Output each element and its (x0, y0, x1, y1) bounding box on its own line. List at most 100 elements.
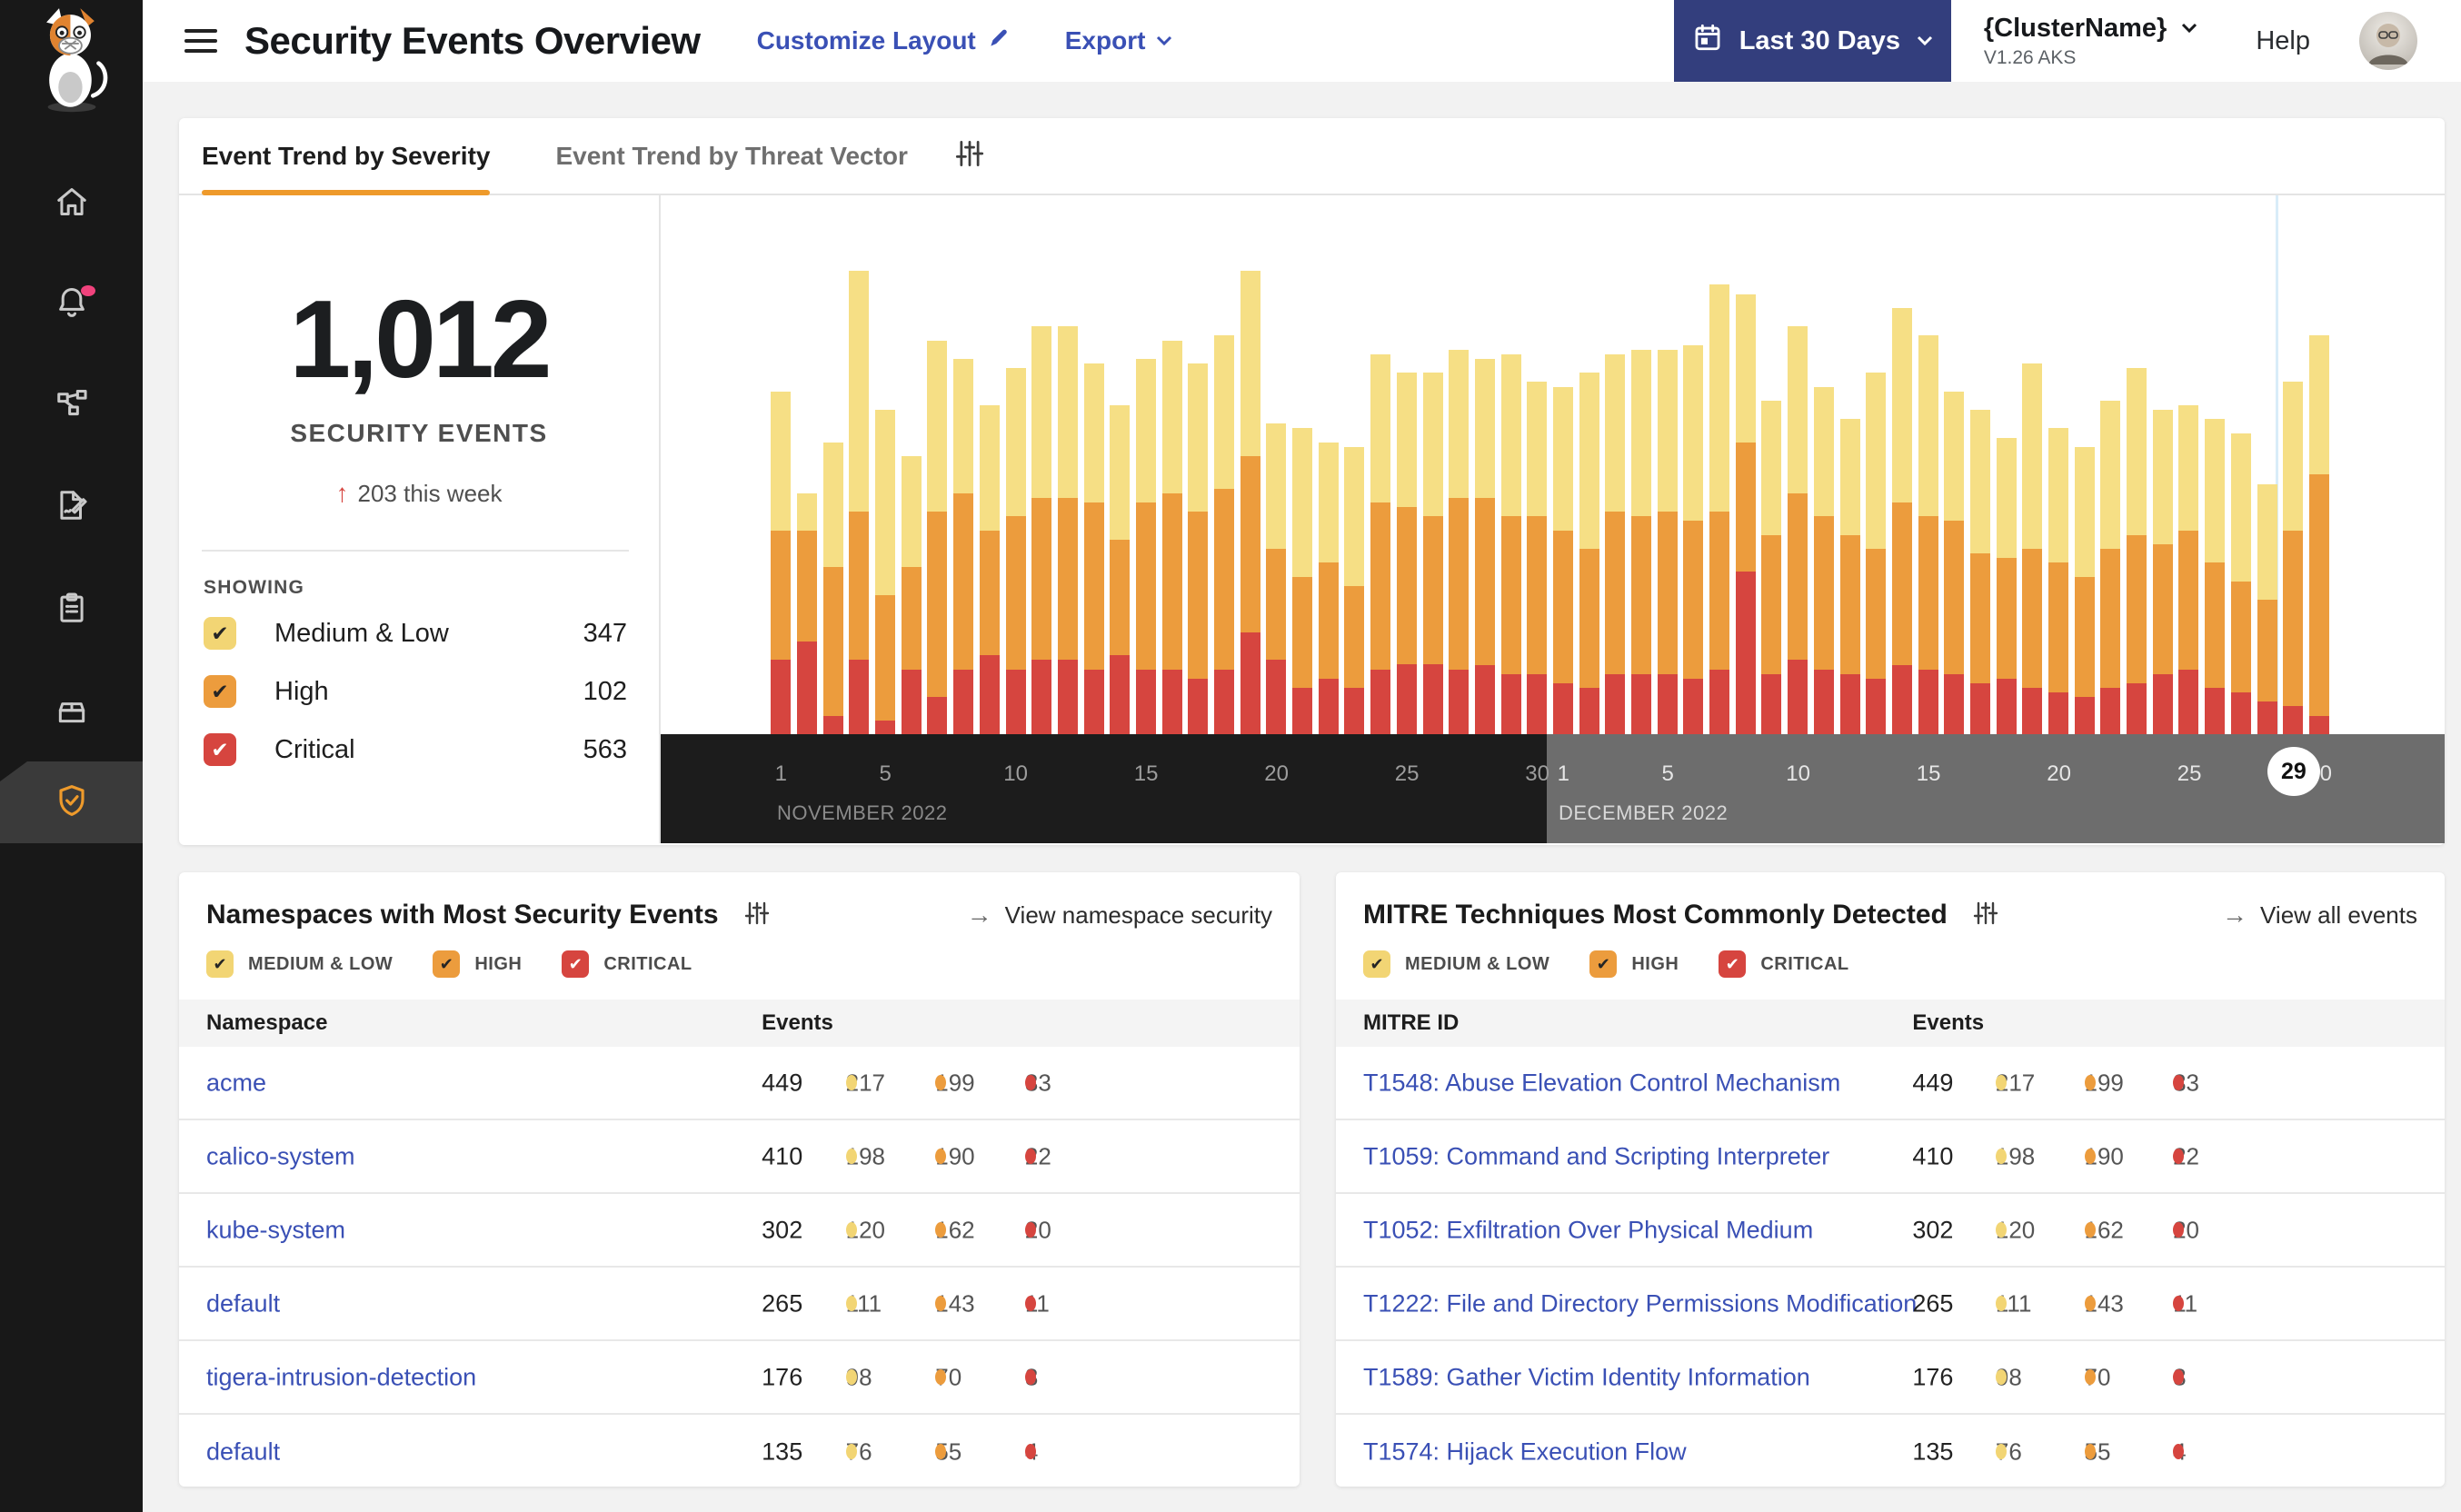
sidebar-item-threat-defense[interactable] (0, 761, 143, 843)
filter-critical[interactable]: ✔ CRITICAL (1719, 950, 1848, 978)
chart-bar[interactable] (1993, 437, 2019, 734)
table-row[interactable]: T1589: Gather Victim Identity Informatio… (1336, 1341, 2445, 1415)
chart-bar[interactable] (1811, 386, 1838, 735)
chart-bar[interactable] (1315, 442, 1341, 734)
table-row[interactable]: T1222: File and Directory Permissions Mo… (1336, 1268, 2445, 1341)
sidebar-item-alerts[interactable] (0, 262, 143, 345)
sidebar-item-policies[interactable] (0, 465, 143, 549)
chart-bar[interactable] (1889, 307, 1916, 734)
chart-bar[interactable] (1368, 353, 1394, 734)
selected-day-marker[interactable]: 29 (2267, 747, 2320, 796)
chart-bar[interactable] (1602, 353, 1629, 734)
chart-bar[interactable] (1185, 363, 1211, 734)
view-all-events-link[interactable]: → View all events (2222, 900, 2417, 930)
chart-bar[interactable] (1680, 344, 1707, 734)
chart-bar[interactable] (1941, 391, 1968, 734)
chart-bar[interactable] (1550, 386, 1577, 735)
chart-bar[interactable] (872, 410, 899, 734)
filter-critical[interactable]: ✔ CRITICAL (562, 950, 692, 978)
chart-bar[interactable] (951, 358, 977, 734)
chart-bar[interactable] (2071, 446, 2097, 734)
row-link[interactable]: T1548: Abuse Elevation Control Mechanism (1363, 1069, 1840, 1097)
chart-settings-icon[interactable] (955, 139, 984, 173)
help-link[interactable]: Help (2256, 26, 2310, 56)
chart-bar[interactable] (1498, 353, 1524, 734)
chart-bar[interactable] (820, 442, 846, 734)
high-checkbox[interactable]: ✔ (433, 950, 461, 978)
date-range-button[interactable]: Last 30 Days (1673, 0, 1951, 82)
chart-bar[interactable] (1394, 373, 1420, 734)
sidebar-item-reports[interactable] (0, 568, 143, 652)
table-row[interactable]: default 265 111 143 11 (179, 1268, 1300, 1341)
chart-bar[interactable] (846, 271, 872, 734)
chart-bar[interactable] (1290, 428, 1316, 734)
chart-bar[interactable] (1237, 271, 1263, 734)
chart-bar[interactable] (1837, 419, 1863, 734)
row-link[interactable]: tigera-intrusion-detection (206, 1363, 476, 1391)
chart-bar[interactable] (2228, 433, 2255, 735)
tab-event-trend-by-threat-vector[interactable]: Event Trend by Threat Vector (555, 118, 907, 194)
filter-medium[interactable]: ✔ MEDIUM & LOW (1363, 950, 1549, 978)
filter-high[interactable]: ✔ HIGH (1589, 950, 1679, 978)
chart-bar[interactable] (1263, 423, 1290, 734)
critical-checkbox[interactable]: ✔ (204, 733, 236, 766)
chart-bar[interactable] (1472, 358, 1499, 734)
menu-icon[interactable] (184, 23, 217, 59)
chart-bar[interactable] (1576, 373, 1602, 734)
table-row[interactable]: T1548: Abuse Elevation Control Mechanism… (1336, 1047, 2445, 1120)
chart-bar[interactable] (1002, 368, 1029, 734)
chart-bar[interactable] (1420, 373, 1446, 734)
chart-bar[interactable] (1759, 400, 1785, 734)
row-link[interactable]: acme (206, 1069, 266, 1097)
chart-bar[interactable] (2254, 483, 2280, 734)
chart-bar[interactable] (1524, 382, 1550, 734)
chart-bar[interactable] (1341, 446, 1368, 734)
chart-bar[interactable] (2124, 368, 2150, 734)
row-link[interactable]: T1222: File and Directory Permissions Mo… (1363, 1289, 1917, 1318)
chart-bar[interactable] (1446, 349, 1472, 734)
chart-bar[interactable] (794, 492, 821, 734)
chart-bar[interactable] (2046, 428, 2072, 734)
high-checkbox[interactable]: ✔ (204, 675, 236, 708)
table-row[interactable]: calico-system 410 198 190 22 (179, 1120, 1300, 1194)
chart-bar[interactable] (1968, 410, 1994, 734)
sidebar-item-catalog[interactable] (0, 670, 143, 753)
chart-bar[interactable] (2280, 382, 2307, 734)
critical-checkbox[interactable]: ✔ (1719, 950, 1747, 978)
table-row[interactable]: acme 449 217 199 33 (179, 1047, 1300, 1120)
chart-bar[interactable] (2097, 400, 2124, 734)
row-link[interactable]: default (206, 1437, 280, 1466)
chart-bar[interactable] (1159, 340, 1185, 735)
view-namespace-security-link[interactable]: → View namespace security (967, 900, 1272, 930)
row-link[interactable]: T1052: Exfiltration Over Physical Medium (1363, 1216, 1813, 1244)
table-row[interactable]: default 135 76 55 4 (179, 1415, 1300, 1488)
chart-bar[interactable] (1629, 349, 1655, 734)
chart-bar[interactable] (924, 340, 951, 735)
row-link[interactable]: kube-system (206, 1216, 345, 1244)
medium-checkbox[interactable]: ✔ (204, 617, 236, 650)
chart-bar[interactable] (1133, 358, 1160, 734)
critical-checkbox[interactable]: ✔ (562, 950, 590, 978)
severity-legend-item-critical[interactable]: ✔ Critical 563 (204, 721, 627, 779)
row-link[interactable]: calico-system (206, 1142, 355, 1170)
medium-checkbox[interactable]: ✔ (1363, 950, 1390, 978)
severity-legend-item-medium[interactable]: ✔ Medium & Low 347 (204, 604, 627, 662)
chart-bar[interactable] (898, 456, 924, 734)
table-row[interactable]: kube-system 302 120 162 20 (179, 1194, 1300, 1268)
chart-bar[interactable] (768, 391, 794, 734)
row-link[interactable]: default (206, 1289, 280, 1318)
chart-bar[interactable] (1081, 363, 1107, 734)
cluster-selector[interactable]: {ClusterName} V1.26 AKS (1984, 14, 2197, 69)
tab-event-trend-by-severity[interactable]: Event Trend by Severity (202, 118, 491, 195)
table-row[interactable]: T1574: Hijack Execution Flow 135 76 55 4 (1336, 1415, 2445, 1488)
chart-bar[interactable] (2307, 335, 2333, 734)
chart-bar[interactable] (1055, 326, 1081, 734)
user-avatar[interactable] (2359, 12, 2417, 70)
mitre-settings-icon[interactable] (1973, 900, 1998, 930)
row-link[interactable]: T1574: Hijack Execution Flow (1363, 1437, 1687, 1466)
chart-bar[interactable] (2176, 404, 2202, 734)
chart-bar[interactable] (1707, 284, 1733, 734)
sidebar-item-home[interactable] (0, 162, 143, 245)
medium-checkbox[interactable]: ✔ (206, 950, 234, 978)
namespaces-settings-icon[interactable] (744, 900, 770, 930)
